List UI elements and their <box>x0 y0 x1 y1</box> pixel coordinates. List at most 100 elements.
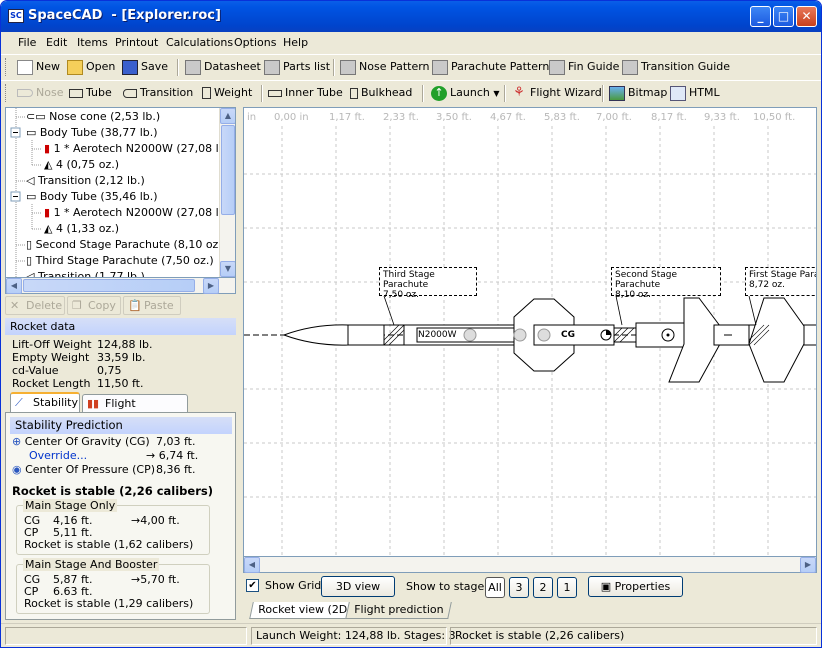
3d-view-button[interactable]: 3D view <box>321 576 395 597</box>
parts-tree[interactable]: ⊂▭ Nose cone (2,53 lb.) ▭ Body Tube (38,… <box>5 107 236 278</box>
main-stage-only-group: Main Stage Only CG 4,16 ft. →4,00 ft. CP… <box>16 499 210 555</box>
tree-item-parachute[interactable]: ▯ Third Stage Parachute (7,50 oz.) <box>26 253 214 269</box>
toolbar-file: New Open Save Datasheet Parts list Nose … <box>1 54 821 79</box>
menu-help[interactable]: Help <box>283 36 308 49</box>
paste-button[interactable]: 📋 Paste <box>123 296 181 315</box>
tab-flight-prediction[interactable]: ▮▮Flight prediction <box>82 394 188 428</box>
printer-icon <box>622 59 638 75</box>
parachute-pattern-button[interactable]: Parachute Pattern <box>432 59 549 77</box>
scroll-up-icon[interactable]: ▲ <box>220 108 235 124</box>
cp-value: 8,36 ft. <box>156 463 196 476</box>
scroll-left-icon[interactable]: ◀ <box>244 557 260 573</box>
transition-button[interactable]: Transition <box>123 85 193 103</box>
nose-button[interactable]: Nose <box>17 85 63 103</box>
bitmap-button[interactable]: Bitmap <box>609 85 667 103</box>
html-button[interactable]: HTML <box>670 85 720 103</box>
callout-title: Third Stage Parachute <box>383 270 435 290</box>
menu-printout[interactable]: Printout <box>115 36 158 49</box>
save-button[interactable]: Save <box>122 59 168 77</box>
properties-button[interactable]: ▣ Properties <box>588 576 683 597</box>
weight-button[interactable]: Weight <box>202 85 252 103</box>
override-link[interactable]: Override... <box>29 449 87 462</box>
tree-vertical-scrollbar[interactable]: ▲ ▼ <box>219 108 235 277</box>
group-title: Main Stage Only <box>23 499 118 512</box>
fin-guide-button[interactable]: Fin Guide <box>549 59 619 77</box>
minimize-button[interactable]: _ <box>750 6 771 27</box>
inner-tube-button[interactable]: Inner Tube <box>268 85 343 103</box>
printer-icon <box>340 59 356 75</box>
datasheet-button[interactable]: Datasheet <box>185 59 261 77</box>
tree-item-transition[interactable]: ◁ Transition (1,77 lb.) <box>26 269 145 277</box>
toolbar-grip[interactable] <box>5 84 8 102</box>
flight-wizard-button[interactable]: ⚘ Flight Wizard <box>511 85 602 103</box>
panel-splitter[interactable] <box>238 107 242 621</box>
scroll-thumb[interactable] <box>23 279 195 292</box>
chevron-down-icon[interactable]: ▼ <box>493 89 499 98</box>
tree-item-transition[interactable]: ◁ Transition (2,12 lb.) <box>26 173 145 189</box>
title-bar[interactable]: SC SpaceCAD - [Explorer.roc] _ □ ✕ <box>1 1 821 32</box>
bulkhead-button[interactable]: Bulkhead <box>350 85 412 103</box>
fin-icon: ◭ <box>44 222 56 235</box>
tree-horizontal-scrollbar[interactable]: ◀ ▶ <box>5 278 236 294</box>
menu-file[interactable]: File <box>18 36 36 49</box>
tree-item-parachute[interactable]: ▯ Second Stage Parachute (8,10 oz.) <box>26 237 226 253</box>
menu-edit[interactable]: Edit <box>46 36 67 49</box>
disk-icon <box>122 59 138 75</box>
tab-stability[interactable]: ⟋ Stability <box>10 392 80 413</box>
stage-1-button[interactable]: 1 <box>557 577 577 598</box>
nose-pattern-button[interactable]: Nose Pattern <box>340 59 430 77</box>
menu-items[interactable]: Items <box>77 36 108 49</box>
cg-label: Center Of Gravity (CG) <box>24 435 150 448</box>
stage-3-button[interactable]: 3 <box>509 577 529 598</box>
scroll-thumb[interactable] <box>221 125 235 215</box>
transition-guide-label: Transition Guide <box>641 60 730 73</box>
tube-button[interactable]: Tube <box>69 85 112 103</box>
open-button[interactable]: Open <box>67 59 115 77</box>
launch-label: Launch <box>450 86 490 99</box>
stage-2-button[interactable]: 2 <box>533 577 553 598</box>
delete-button[interactable]: ✕ Delete <box>5 296 65 315</box>
rocket-view-canvas[interactable]: in 0,00 in 1,17 ft. 2,33 ft. 3,50 ft. 4,… <box>243 107 817 557</box>
tree-item-label: 1 * Aerotech N2000W (27,08 lb <box>53 142 226 155</box>
toolbar-grip[interactable] <box>5 58 8 76</box>
tree-item-fins[interactable]: ◭ 4 (0,75 oz.) <box>44 157 119 173</box>
callout-first-stage-parachute[interactable]: First Stage Para 8,72 oz. <box>745 267 816 296</box>
transition-guide-button[interactable]: Transition Guide <box>622 59 730 77</box>
toolbar-separator <box>504 85 506 102</box>
tree-item-nose-cone[interactable]: ⊂▭ Nose cone (2,53 lb.) <box>26 109 160 125</box>
motor-icon: ▮ <box>44 142 54 155</box>
tab-rocket-view-2d[interactable]: Rocket view (2D) <box>249 602 361 619</box>
scroll-right-icon[interactable]: ▶ <box>203 278 219 294</box>
callout-title: Second Stage Parachute <box>615 270 677 290</box>
new-button[interactable]: New <box>17 59 60 77</box>
tree-item-label: Body Tube (38,77 lb.) <box>39 126 158 139</box>
scroll-left-icon[interactable]: ◀ <box>6 278 22 294</box>
tree-item-body-tube[interactable]: ▭ Body Tube (35,46 lb.) <box>26 189 158 205</box>
menu-bar: File Edit Items Printout Calculations Op… <box>1 32 821 53</box>
callout-third-stage-parachute[interactable]: Third Stage Parachute 7,50 oz. <box>379 267 477 300</box>
status-weight-text: Launch Weight: 124,88 lb. <box>256 629 401 642</box>
copy-label: Copy <box>88 299 116 312</box>
scroll-down-icon[interactable]: ▼ <box>220 261 235 277</box>
close-button[interactable]: ✕ <box>796 6 817 27</box>
tree-item-motor[interactable]: ▮ 1 * Aerotech N2000W (27,08 lb <box>44 141 226 157</box>
tree-item-body-tube[interactable]: ▭ Body Tube (38,77 lb.) <box>26 125 158 141</box>
parts-list-button[interactable]: Parts list <box>264 59 330 77</box>
menu-options[interactable]: Options <box>234 36 276 49</box>
canvas-horizontal-scrollbar[interactable]: ◀ ▶ <box>243 557 817 573</box>
app-icon[interactable]: SC <box>8 9 24 23</box>
rocket-data-label: Rocket Length <box>12 377 91 390</box>
show-grid-checkbox[interactable]: ✔ <box>246 579 259 592</box>
tree-item-motor[interactable]: ▮ 1 * Aerotech N2000W (27,08 lb <box>44 205 226 221</box>
scroll-right-icon[interactable]: ▶ <box>800 557 816 573</box>
toolbar-separator <box>422 85 424 102</box>
maximize-button[interactable]: □ <box>773 6 794 27</box>
tab-flight-prediction-view[interactable]: Flight prediction <box>345 602 453 619</box>
callout-second-stage-parachute[interactable]: Second Stage Parachute 8,10 oz. <box>611 267 721 300</box>
menu-calculations[interactable]: Calculations <box>166 36 233 49</box>
copy-button[interactable]: ❐ Copy <box>67 296 121 315</box>
tree-item-fins[interactable]: ◭ 4 (1,33 oz.) <box>44 221 119 237</box>
stage-all-button[interactable]: All <box>485 577 505 598</box>
launch-button[interactable]: ↑ Launch ▼ <box>431 85 500 103</box>
toolbar-parts: Nose Tube Transition Weight Inner Tube B… <box>1 80 821 105</box>
